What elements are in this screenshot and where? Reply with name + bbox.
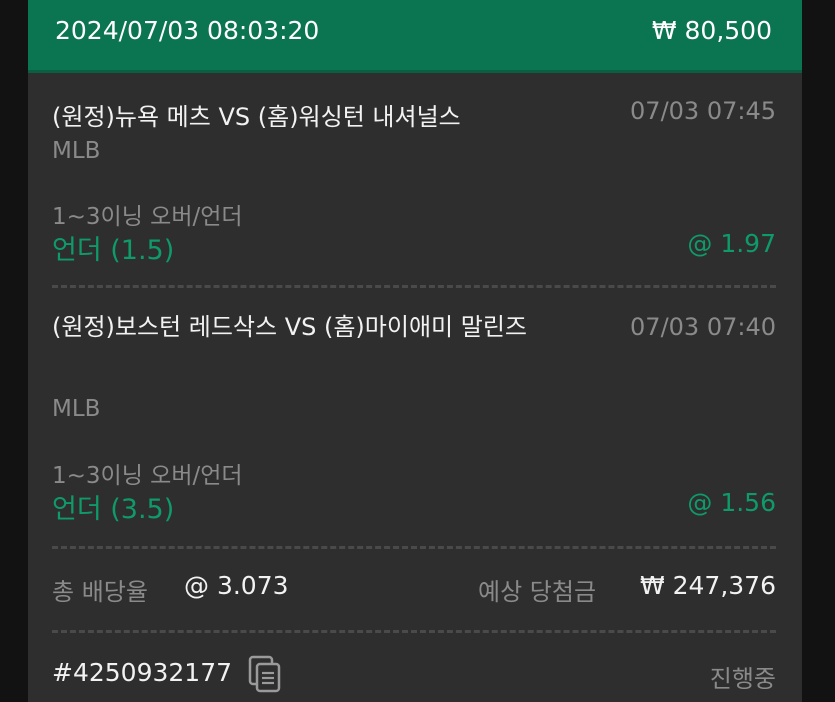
market-label: 1~3이닝 오버/언더 xyxy=(52,204,243,230)
market-label: 1~3이닝 오버/언더 xyxy=(52,463,243,489)
pick-label: 언더 (1.5) xyxy=(52,235,175,266)
bet-status: 진행중 xyxy=(709,665,776,693)
league-label: MLB xyxy=(52,396,101,422)
bet-slip-card: 2024/07/03 08:03:20 ₩ 80,500 (원정)뉴욕 메츠 V… xyxy=(28,0,802,702)
expected-winnings-label: 예상 당첨금 xyxy=(478,578,597,606)
match-title: (원정)보스턴 레드삭스 VS (홈)마이애미 말린즈 xyxy=(52,313,527,341)
pick-odds: @ 1.56 xyxy=(687,488,776,517)
match-time: 07/03 07:45 xyxy=(630,97,776,125)
bet-datetime: 2024/07/03 08:03:20 xyxy=(55,16,320,45)
divider xyxy=(52,285,776,288)
copy-icon[interactable] xyxy=(246,654,284,694)
expected-winnings-amount: ₩ 247,376 xyxy=(639,571,776,600)
match-title: (원정)뉴욕 메츠 VS (홈)워싱턴 내셔널스 xyxy=(52,103,461,131)
pick-label: 언더 (3.5) xyxy=(52,494,175,525)
divider xyxy=(52,546,776,549)
bet-header: 2024/07/03 08:03:20 ₩ 80,500 xyxy=(28,0,802,73)
divider xyxy=(52,630,776,633)
ticket-id: #4250932177 xyxy=(52,658,233,687)
match-time: 07/03 07:40 xyxy=(630,313,776,341)
pick-odds: @ 1.97 xyxy=(687,229,776,258)
total-odds-label: 총 배당율 xyxy=(52,578,148,606)
league-label: MLB xyxy=(52,138,101,164)
stake-amount: ₩ 80,500 xyxy=(651,16,772,45)
total-odds-value: @ 3.073 xyxy=(184,571,289,600)
